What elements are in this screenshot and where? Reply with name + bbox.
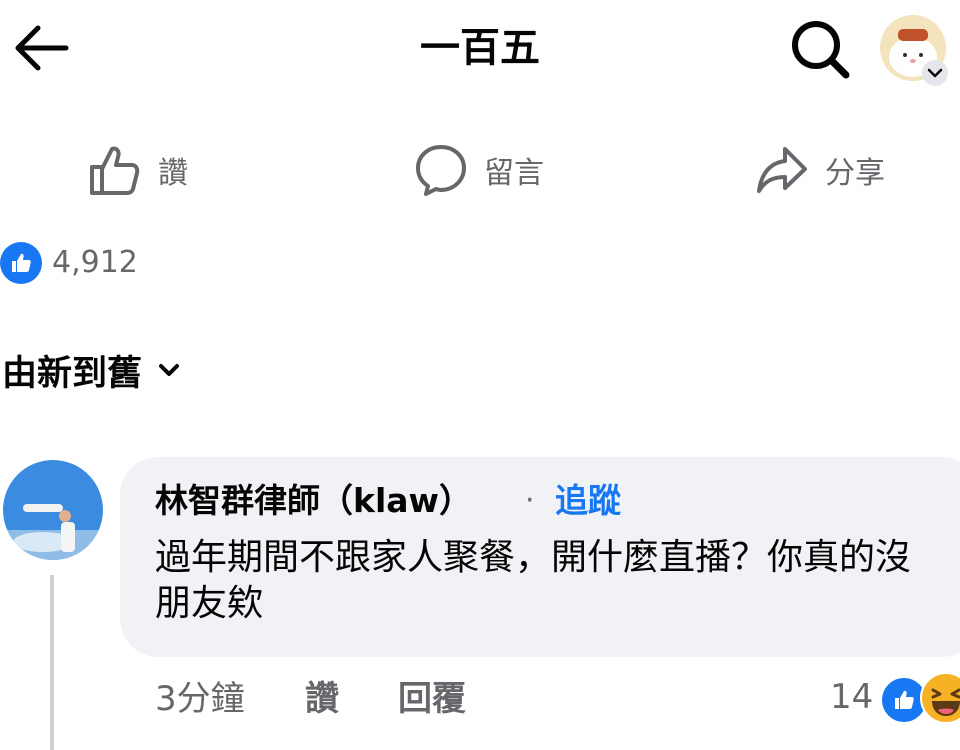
comment-text: 過年期間不跟家人聚餐，開什麼直播？你真的沒朋友欸: [155, 537, 912, 624]
search-button[interactable]: [785, 16, 855, 80]
like-action-button[interactable]: 讚: [88, 140, 188, 200]
avatar-photo-image: [3, 460, 103, 560]
sort-label: 由新到舊: [2, 353, 143, 394]
like-action-label: 讚: [158, 156, 188, 191]
back-button[interactable]: [8, 18, 78, 78]
commenter-avatar[interactable]: [3, 460, 103, 560]
thread-line: [50, 575, 54, 750]
account-menu-chevron[interactable]: [922, 60, 948, 86]
reaction-count[interactable]: 4,912: [52, 242, 138, 284]
follow-link[interactable]: 追蹤: [555, 478, 621, 524]
thumb-glyph-icon: [895, 690, 914, 709]
like-reaction-icon[interactable]: [0, 242, 42, 284]
sort-dropdown[interactable]: 由新到舊: [2, 345, 186, 395]
comment-like-button[interactable]: 讚: [305, 676, 339, 722]
haha-reaction-icon[interactable]: [920, 672, 960, 724]
comment-action-label: 留言: [484, 156, 544, 191]
comment-reply-button[interactable]: 回覆: [398, 676, 466, 722]
comment-action-button[interactable]: 留言: [414, 140, 544, 200]
chevron-down-icon: [159, 364, 180, 376]
share-arrow-icon: [757, 147, 807, 193]
comment-bubble-icon: [416, 145, 466, 196]
thumbs-up-outline-icon: [90, 146, 140, 195]
comment-timestamp[interactable]: 3分鐘: [155, 676, 245, 722]
separator-dot: ·: [525, 483, 535, 518]
thumb-glyph-icon: [12, 253, 31, 272]
comment-author[interactable]: 林智群律師（klaw）: [155, 478, 472, 524]
arrow-left-icon: [15, 25, 69, 71]
laughing-face-icon: [931, 688, 960, 716]
share-action-label: 分享: [825, 156, 885, 191]
search-icon: [792, 21, 850, 79]
share-action-button[interactable]: 分享: [755, 140, 885, 200]
comment-reaction-count[interactable]: 14: [830, 674, 873, 720]
chevron-down-icon: [927, 68, 943, 78]
